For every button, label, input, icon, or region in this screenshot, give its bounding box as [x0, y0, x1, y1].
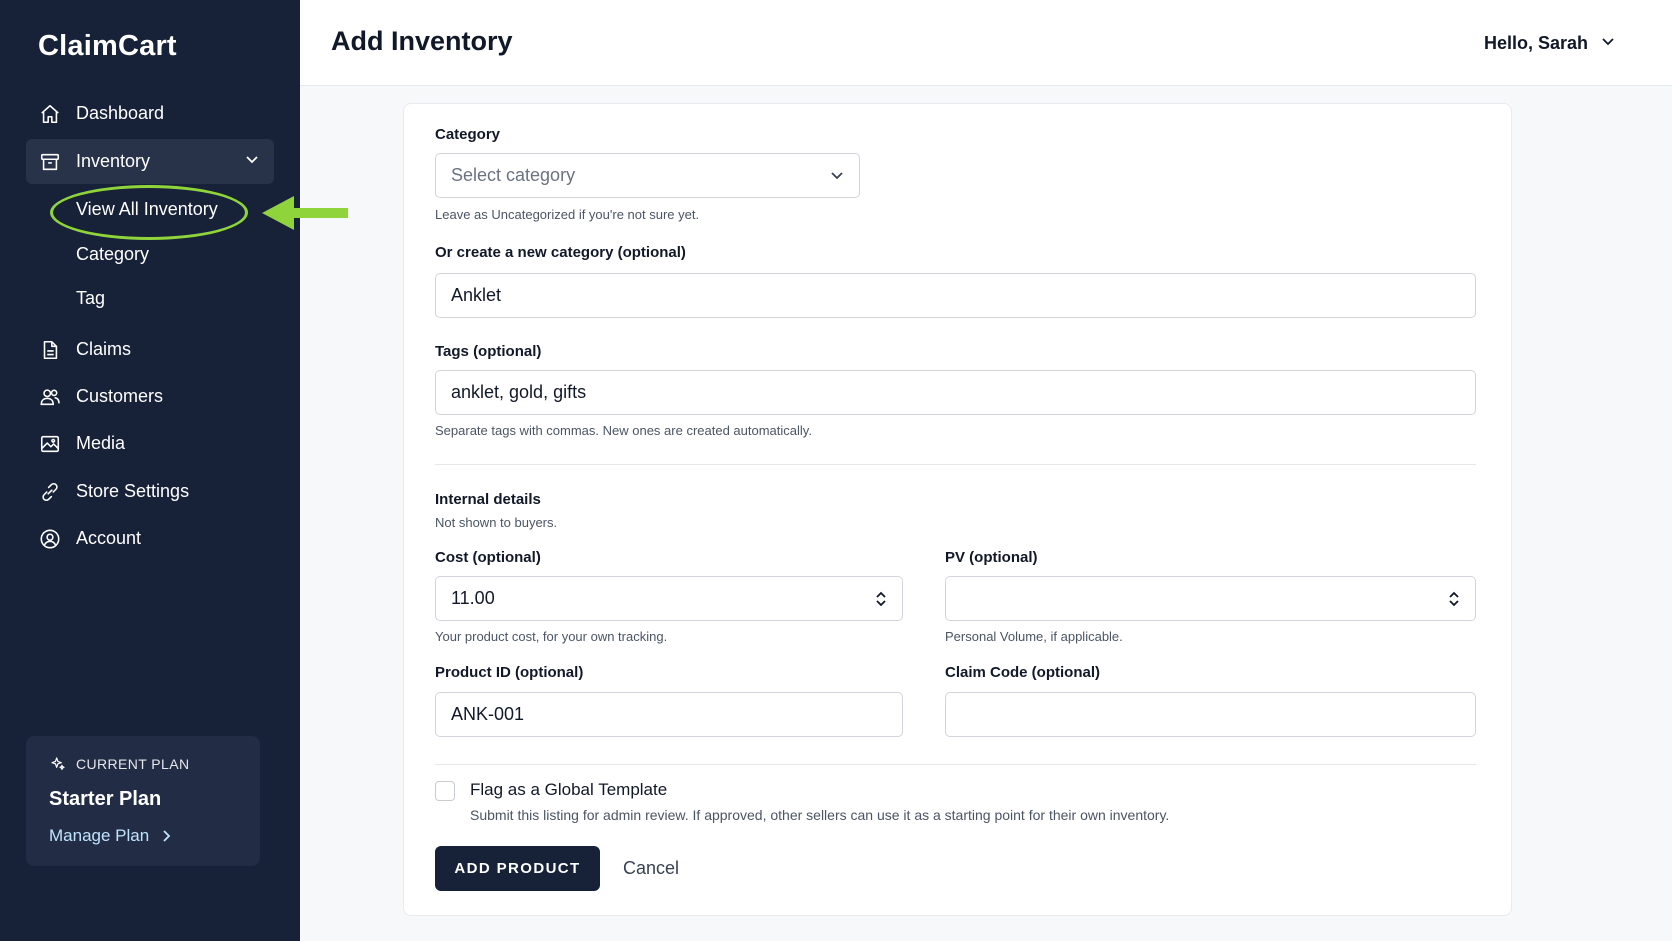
- sidebar-item-label: Inventory: [76, 151, 151, 171]
- product-id-label: Product ID (optional): [435, 664, 584, 681]
- new-category-input[interactable]: Anklet: [435, 273, 1476, 318]
- sidebar-item-account[interactable]: Account: [26, 516, 274, 561]
- claim-code-input[interactable]: [945, 692, 1476, 737]
- section-divider: [435, 464, 1476, 465]
- global-template-checkbox[interactable]: [435, 781, 455, 801]
- claim-code-label: Claim Code (optional): [945, 664, 1100, 681]
- brand-logo[interactable]: ClaimCart: [38, 30, 177, 63]
- top-header: Add Inventory Hello, Sarah: [300, 0, 1672, 86]
- sidebar-subitem-view-all-inventory[interactable]: View All Inventory: [76, 199, 218, 220]
- internal-details-title: Internal details: [435, 491, 541, 508]
- category-label: Category: [435, 126, 501, 143]
- category-select[interactable]: Select category: [435, 153, 860, 198]
- sidebar-item-media[interactable]: Media: [26, 421, 274, 466]
- product-id-input[interactable]: ANK-001: [435, 692, 903, 737]
- tags-hint: Separate tags with commas. New ones are …: [435, 423, 812, 438]
- tags-label: Tags (optional): [435, 343, 542, 360]
- global-template-hint: Submit this listing for admin review. If…: [470, 807, 1170, 823]
- sidebar-item-claims[interactable]: Claims: [26, 327, 274, 372]
- user-menu[interactable]: Hello, Sarah: [1484, 33, 1616, 54]
- sidebar-subitem-category[interactable]: Category: [76, 244, 149, 265]
- sidebar: ClaimCart Dashboard Inventory View All I…: [0, 0, 348, 941]
- chevron-right-icon: [161, 829, 171, 843]
- sparkles-icon: [50, 756, 66, 772]
- sidebar-item-customers[interactable]: Customers: [26, 374, 274, 419]
- chevron-down-icon: [1600, 33, 1616, 54]
- internal-details-subtitle: Not shown to buyers.: [435, 515, 558, 530]
- category-hint: Leave as Uncategorized if you're not sur…: [435, 207, 700, 222]
- plan-name: Starter Plan: [49, 788, 162, 810]
- section-divider: [435, 764, 1476, 765]
- tags-input[interactable]: anklet, gold, gifts: [435, 370, 1476, 415]
- link-icon: [38, 480, 62, 504]
- sidebar-item-inventory[interactable]: Inventory: [26, 139, 274, 184]
- user-circle-icon: [38, 527, 62, 551]
- document-icon: [38, 338, 62, 362]
- users-icon: [38, 385, 62, 409]
- add-product-button[interactable]: ADD PRODUCT: [435, 846, 600, 891]
- global-template-label[interactable]: Flag as a Global Template: [470, 780, 667, 800]
- sidebar-item-dashboard[interactable]: Dashboard: [26, 91, 274, 136]
- sidebar-item-label: Store Settings: [76, 481, 190, 501]
- chevron-down-icon: [829, 167, 845, 188]
- cost-input[interactable]: 11.00: [435, 576, 903, 621]
- archive-box-icon: [38, 150, 62, 174]
- sidebar-item-label: Account: [76, 528, 142, 548]
- page-title: Add Inventory: [331, 26, 513, 56]
- sidebar-item-label: Media: [76, 433, 126, 453]
- stepper-icon[interactable]: [1447, 590, 1461, 613]
- pv-hint: Personal Volume, if applicable.: [945, 629, 1123, 644]
- sidebar-item-label: Customers: [76, 386, 164, 406]
- sidebar-item-label: Dashboard: [76, 103, 165, 123]
- sidebar-item-store-settings[interactable]: Store Settings: [26, 469, 274, 514]
- cost-label: Cost (optional): [435, 549, 541, 566]
- arrow-left-icon: [262, 196, 350, 235]
- stepper-icon[interactable]: [874, 590, 888, 613]
- manage-plan-link[interactable]: Manage Plan: [49, 826, 171, 846]
- pv-input[interactable]: [945, 576, 1476, 621]
- current-plan-label: CURRENT PLAN: [50, 756, 189, 772]
- sidebar-subitem-tag[interactable]: Tag: [76, 288, 105, 309]
- pv-label: PV (optional): [945, 549, 1038, 566]
- cancel-button[interactable]: Cancel: [623, 858, 679, 879]
- cost-hint: Your product cost, for your own tracking…: [435, 629, 668, 644]
- image-icon: [38, 432, 62, 456]
- home-icon: [38, 102, 62, 126]
- chevron-down-icon: [244, 151, 260, 172]
- sidebar-item-label: Claims: [76, 339, 132, 359]
- new-category-label: Or create a new category (optional): [435, 244, 686, 261]
